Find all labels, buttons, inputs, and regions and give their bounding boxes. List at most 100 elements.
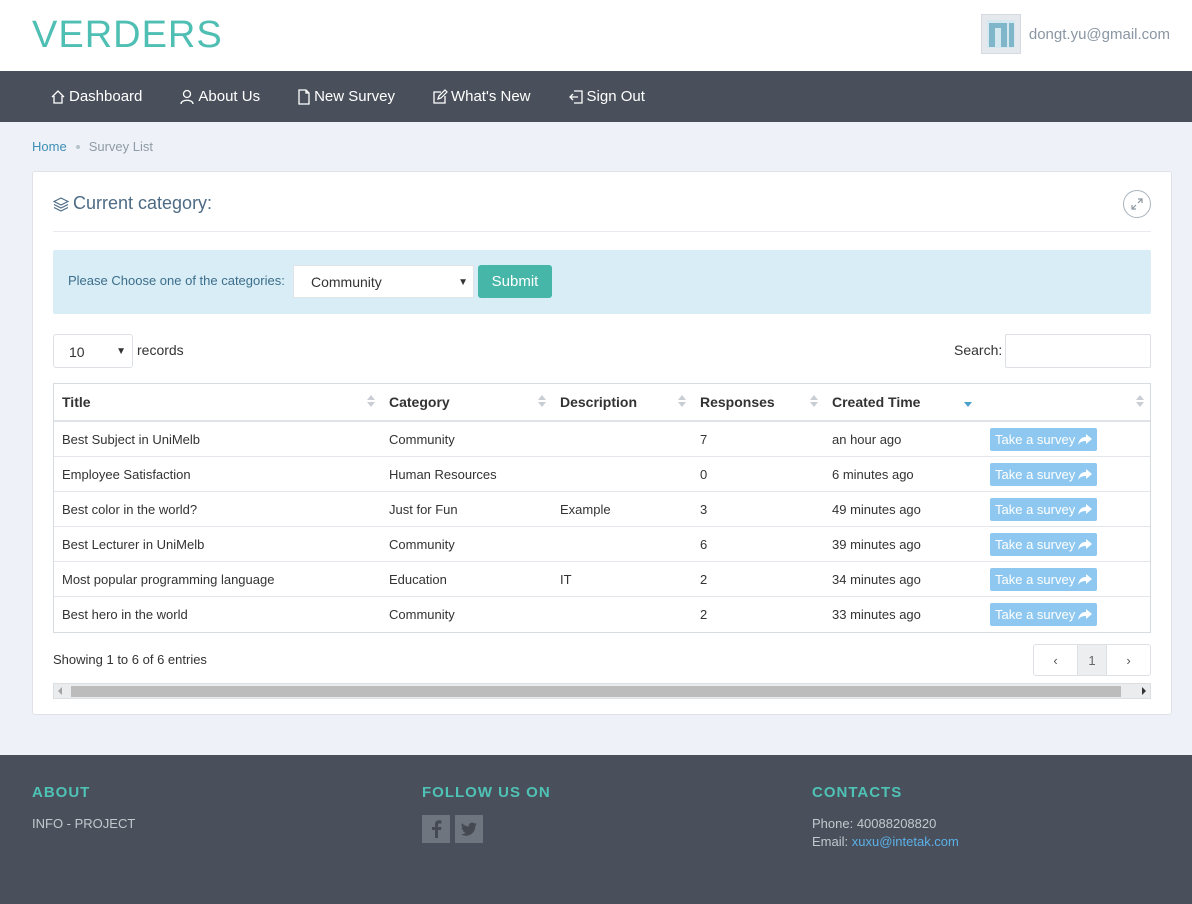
- column-header-created-time[interactable]: Created Time: [824, 384, 982, 420]
- table-row: Best hero in the world Community 2 33 mi…: [54, 597, 1150, 632]
- sort-icon: [1136, 395, 1144, 407]
- sort-desc-icon: [964, 402, 972, 407]
- take-survey-button[interactable]: Take a survey: [990, 498, 1098, 521]
- user-box[interactable]: dongt.yu@gmail.com: [980, 14, 1170, 54]
- sign-out-icon: [568, 89, 583, 104]
- take-survey-button[interactable]: Take a survey: [990, 603, 1098, 626]
- survey-table: Title Category Description Responses Cre…: [53, 383, 1151, 633]
- table-row: Best Lecturer in UniMelb Community 6 39 …: [54, 527, 1150, 562]
- cell-responses: 6: [700, 537, 708, 552]
- column-header-action[interactable]: [982, 384, 1150, 420]
- cell-action: Take a survey: [982, 457, 1150, 491]
- cell-description: [552, 422, 692, 456]
- scrollbar-thumb[interactable]: [71, 686, 1121, 697]
- search-label: Search:: [954, 342, 1003, 358]
- records-select-value: 10: [69, 344, 85, 360]
- cell-title: Best Subject in UniMelb: [62, 432, 201, 447]
- scroll-left-icon[interactable]: [58, 687, 62, 695]
- category-filter: Please Choose one of the categories: Com…: [53, 250, 1151, 314]
- cell-created: 34 minutes ago: [832, 572, 921, 587]
- column-header-description[interactable]: Description: [552, 384, 692, 420]
- user-email[interactable]: dongt.yu@gmail.com: [1029, 26, 1170, 43]
- footer-contacts-heading: CONTACTS: [812, 784, 903, 801]
- sort-icon: [538, 395, 546, 407]
- cell-responses: 3: [700, 502, 708, 517]
- cell-category: Just for Fun: [389, 502, 458, 517]
- breadcrumb-home[interactable]: Home: [32, 139, 67, 154]
- cell-category: Community: [389, 607, 455, 622]
- cell-created: 39 minutes ago: [832, 537, 921, 552]
- category-select-value: Community: [311, 274, 382, 290]
- nav-new-survey[interactable]: New Survey: [297, 88, 395, 105]
- layers-icon: [53, 196, 69, 212]
- footer-follow: FOLLOW US ON: [422, 784, 551, 843]
- share-icon: [1078, 608, 1093, 620]
- take-survey-button[interactable]: Take a survey: [990, 463, 1098, 486]
- footer-contacts: CONTACTS Phone: 40088208820 Email: xuxu@…: [812, 784, 959, 851]
- file-icon: [298, 88, 310, 105]
- footer-email-link[interactable]: xuxu@intetak.com: [852, 834, 959, 849]
- nav-dashboard-label: Dashboard: [69, 88, 143, 105]
- breadcrumb-current: Survey List: [88, 139, 153, 154]
- take-survey-button[interactable]: Take a survey: [990, 568, 1098, 591]
- search-input[interactable]: [1005, 334, 1151, 368]
- footer-follow-heading: FOLLOW US ON: [422, 784, 551, 801]
- cell-category: Education: [389, 572, 447, 587]
- scroll-right-icon[interactable]: [1142, 687, 1146, 695]
- category-label: Please Choose one of the categories:: [68, 273, 285, 288]
- brand-logo[interactable]: VERDERS: [32, 14, 223, 57]
- main-nav: Dashboard About Us New Survey What's New…: [0, 71, 1192, 122]
- avatar[interactable]: [980, 14, 1021, 54]
- column-header-responses[interactable]: Responses: [692, 384, 824, 420]
- page-prev-button[interactable]: ‹: [1034, 645, 1077, 675]
- social-links: [422, 815, 551, 843]
- share-icon: [1078, 468, 1093, 480]
- take-survey-button[interactable]: Take a survey: [990, 428, 1098, 451]
- column-header-category[interactable]: Category: [381, 384, 552, 420]
- horizontal-scrollbar[interactable]: [53, 683, 1151, 699]
- facebook-icon[interactable]: [422, 815, 450, 843]
- expand-icon: [1131, 198, 1143, 210]
- share-icon: [1078, 503, 1093, 515]
- cell-title: Employee Satisfaction: [62, 467, 191, 482]
- panel-title-text: Current category:: [73, 193, 213, 213]
- twitter-icon[interactable]: [455, 815, 483, 843]
- table-info: Showing 1 to 6 of 6 entries: [53, 652, 207, 667]
- footer-about-text[interactable]: INFO - PROJECT: [32, 815, 135, 833]
- cell-title: Best color in the world?: [62, 502, 198, 517]
- sort-icon: [367, 395, 375, 407]
- footer-phone: Phone: 40088208820: [812, 816, 937, 831]
- panel-divider: [53, 231, 1151, 232]
- nav-dashboard[interactable]: Dashboard: [50, 88, 142, 105]
- records-label: records: [137, 342, 184, 358]
- breadcrumb-separator: [75, 144, 80, 149]
- cell-action: Take a survey: [982, 492, 1150, 526]
- sort-icon: [678, 395, 686, 407]
- submit-button[interactable]: Submit: [478, 265, 552, 298]
- chevron-down-icon: ▼: [116, 346, 126, 357]
- take-survey-button[interactable]: Take a survey: [990, 533, 1098, 556]
- cell-category: Community: [389, 432, 455, 447]
- nav-about[interactable]: About Us: [179, 88, 260, 105]
- footer-about: ABOUT INFO - PROJECT: [32, 784, 135, 833]
- expand-button[interactable]: [1123, 190, 1151, 218]
- header: VERDERS dongt.yu@gmail.com: [0, 0, 1192, 71]
- cell-responses: 0: [700, 467, 708, 482]
- nav-whats-new[interactable]: What's New: [432, 88, 531, 105]
- share-icon: [1078, 538, 1093, 550]
- sort-icon: [810, 395, 818, 407]
- records-select[interactable]: 10 ▼: [53, 334, 133, 368]
- home-icon: [51, 89, 65, 104]
- nav-sign-out[interactable]: Sign Out: [568, 88, 645, 105]
- cell-action: Take a survey: [982, 597, 1150, 632]
- category-select[interactable]: Community ▼: [293, 265, 474, 298]
- column-header-title[interactable]: Title: [54, 384, 381, 420]
- page-number-button[interactable]: 1: [1077, 645, 1107, 675]
- footer-email-line: Email: xuxu@intetak.com: [812, 833, 959, 851]
- page-next-button[interactable]: ›: [1107, 645, 1150, 675]
- survey-panel: Current category: Please Choose one of t…: [32, 171, 1172, 715]
- cell-created: 49 minutes ago: [832, 502, 921, 517]
- cell-responses: 7: [700, 432, 708, 447]
- cell-category: Human Resources: [389, 467, 497, 482]
- cell-description: [552, 457, 692, 491]
